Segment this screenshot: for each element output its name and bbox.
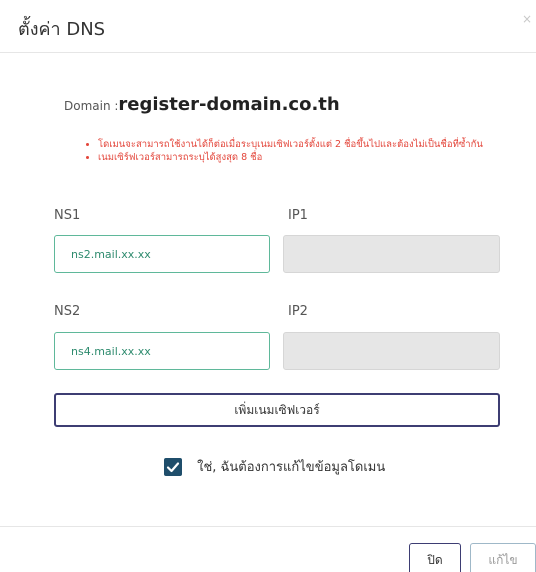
confirm-label: ใช่, ฉันต้องการแก้ไขข้อมูลโดเมน bbox=[197, 460, 386, 475]
confirm-edit-row[interactable]: ใช่, ฉันต้องการแก้ไขข้อมูลโดเมน bbox=[164, 456, 385, 478]
confirm-checkbox[interactable] bbox=[164, 457, 182, 476]
domain-label: Domain : bbox=[64, 99, 119, 113]
add-nameserver-button[interactable]: เพิ่มเนมเซิฟเวอร์ bbox=[54, 393, 500, 427]
ip1-label: IP1 bbox=[288, 208, 308, 223]
ip1-input bbox=[283, 235, 500, 273]
notes-list: โดเมนจะสามารถใช้งานได้ก็ต่อเมื่อระบุเนมเ… bbox=[82, 138, 518, 164]
dialog-title: ตั้งค่า DNS bbox=[18, 19, 106, 40]
domain-line: Domain :register-domain.co.th bbox=[64, 94, 340, 115]
ns1-label: NS1 bbox=[54, 208, 81, 223]
ip2-label: IP2 bbox=[288, 304, 308, 319]
ns2-input[interactable] bbox=[54, 332, 270, 370]
domain-name: register-domain.co.th bbox=[118, 94, 340, 115]
checkmark-icon bbox=[166, 461, 180, 472]
ns1-input[interactable] bbox=[54, 235, 270, 273]
close-button[interactable]: ปิด bbox=[409, 543, 461, 572]
dns-settings-dialog: ตั้งค่า DNS × Domain :register-domain.co… bbox=[0, 0, 536, 572]
note-item: โดเมนจะสามารถใช้งานได้ก็ต่อเมื่อระบุเนมเ… bbox=[98, 138, 518, 151]
ns2-label: NS2 bbox=[54, 304, 81, 319]
dialog-footer: ปิด แก้ไข bbox=[0, 526, 536, 572]
dialog-header: ตั้งค่า DNS × bbox=[0, 0, 536, 53]
edit-button[interactable]: แก้ไข bbox=[470, 543, 536, 572]
ip2-input bbox=[283, 332, 500, 370]
close-icon[interactable]: × bbox=[522, 12, 532, 26]
note-item: เนมเซิร์ฟเวอร์สามารถระบุได้สูงสุด 8 ชื่อ bbox=[98, 151, 518, 164]
